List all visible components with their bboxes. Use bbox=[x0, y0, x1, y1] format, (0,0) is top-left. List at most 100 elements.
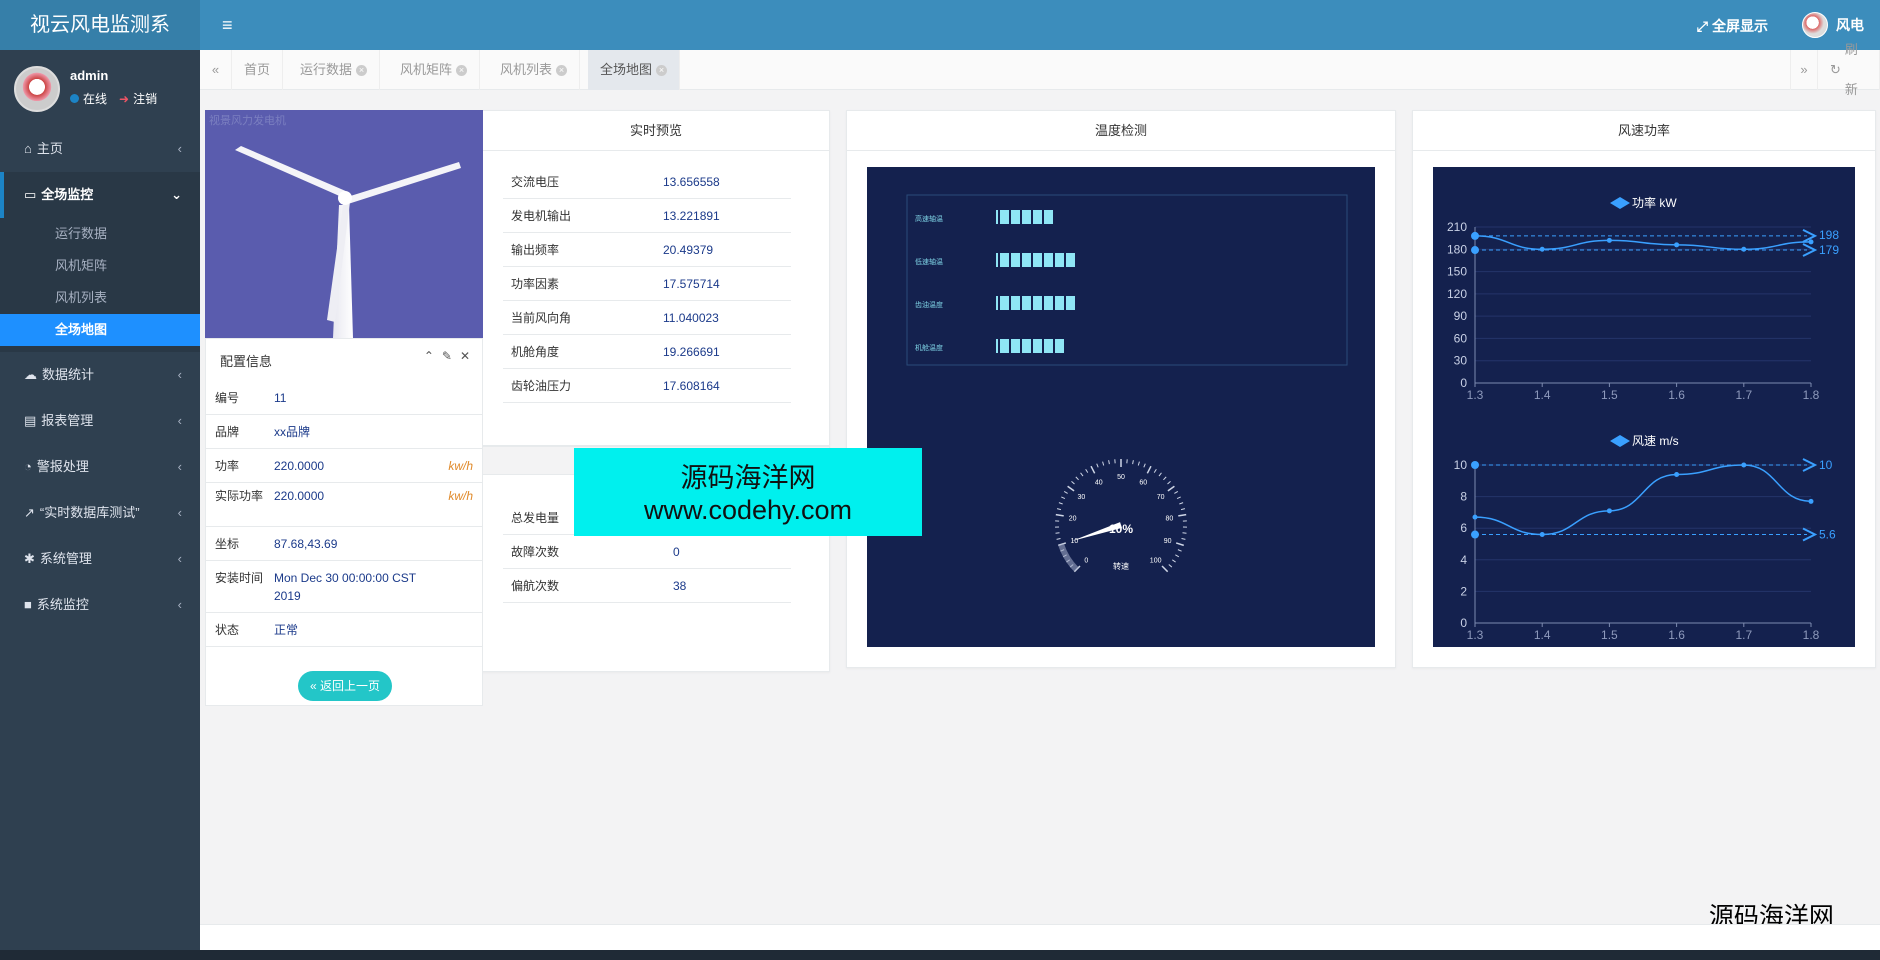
kv-value: 11.040023 bbox=[663, 311, 719, 325]
y-tick-label: 2 bbox=[1460, 584, 1467, 598]
series-line bbox=[1474, 464, 1812, 536]
tab-list[interactable]: 风机列表 × bbox=[488, 50, 581, 90]
sidebar-item-reports[interactable]: ▤ 报表管理 ‹ bbox=[0, 398, 200, 444]
x-tick-label: 1.4 bbox=[1534, 388, 1551, 402]
chart-legend: 风速 m/s bbox=[1632, 434, 1679, 448]
close-icon[interactable]: × bbox=[656, 64, 668, 76]
mark-line-start bbox=[1471, 246, 1479, 255]
sidebar-subitem-list[interactable]: 风机列表 bbox=[0, 282, 200, 314]
sidebar-item-monitor[interactable]: ▭ 全场监控 ⌄ bbox=[0, 172, 200, 218]
sidebar-item-label: 全场监控 bbox=[41, 187, 94, 202]
kv-value: 13.656558 bbox=[663, 175, 720, 189]
tabs-next-icon[interactable]: » bbox=[1790, 50, 1818, 90]
chevron-left-icon: ‹ bbox=[177, 459, 182, 474]
gauge-tick bbox=[1171, 559, 1176, 563]
temp-bar-cap bbox=[996, 253, 998, 267]
tabs-prev-icon[interactable]: « bbox=[200, 50, 232, 90]
back-button[interactable]: « 返回上一页 bbox=[298, 671, 392, 701]
config-unit: kw/h bbox=[448, 489, 473, 503]
wind-power-card: 风速功率 功率 kW 0 30 60 90 120 150 180 210 1.3 1.4 1.5 1.… bbox=[1412, 110, 1876, 668]
fullscreen-button[interactable]: ⤢ 全屏显示 bbox=[1697, 16, 1768, 36]
sidebar-subitem-map[interactable]: 全场地图 bbox=[0, 314, 200, 346]
tab-bar: « 首页 运行数据 × 风机矩阵 × 风机列表 × 全场地图 × » ↻ 刷新 bbox=[200, 42, 1880, 97]
config-row: 功率 220.0000 kw/h bbox=[206, 449, 482, 483]
chevron-left-icon: ‹ bbox=[177, 413, 182, 428]
config-unit: kw/h bbox=[448, 459, 473, 473]
kv-value: 19.266691 bbox=[663, 345, 720, 359]
gauge-tick bbox=[1080, 472, 1084, 477]
tab-run-data[interactable]: 运行数据 × bbox=[288, 50, 381, 90]
y-tick-label: 8 bbox=[1460, 490, 1467, 504]
refresh-button[interactable]: ↻ 刷新 bbox=[1818, 42, 1880, 97]
desktop-icon: ▭ bbox=[24, 187, 37, 202]
close-icon[interactable]: × bbox=[556, 64, 568, 76]
temperature-card: 温度检测 高速轴温 低速轴温 齿油温度 机舱温度 0 10 20 30 40 50 60 70 80 90… bbox=[846, 110, 1396, 668]
sidebar-item-db-test[interactable]: ↗ “实时数据库测试” ‹ bbox=[0, 490, 200, 536]
chevron-left-icon: ‹ bbox=[177, 505, 182, 520]
watermark-line2: www.codehy.com bbox=[643, 495, 853, 525]
sidebar-item-alarms[interactable]: ◔ 警报处理 ‹ bbox=[0, 444, 200, 490]
kv-value: 20.49379 bbox=[663, 243, 714, 257]
wind-power-title: 风速功率 bbox=[1413, 111, 1875, 151]
chevron-up-icon[interactable]: ⌃ bbox=[424, 349, 434, 363]
gauge-tick bbox=[1174, 490, 1179, 494]
temp-bar-segment bbox=[1011, 296, 1020, 310]
sidebar-subitem-run-data[interactable]: 运行数据 bbox=[0, 218, 200, 250]
sidebar-item-sys-monitor[interactable]: ■ 系统监控 ‹ bbox=[0, 582, 200, 628]
gauge-tick bbox=[1061, 496, 1066, 500]
wrench-icon[interactable]: ✎ bbox=[442, 349, 452, 363]
sidebar-item-system[interactable]: ✱ 系统管理 ‹ bbox=[0, 536, 200, 582]
sidebar-item-stats[interactable]: ☁ 数据统计 ‹ bbox=[0, 352, 200, 398]
temp-bar-label: 高速轴温 bbox=[915, 214, 943, 223]
sidebar-item-label: 报表管理 bbox=[41, 413, 94, 428]
config-value: Mon Dec 30 00:00:00 CST 2019 bbox=[274, 571, 416, 603]
kv-row: 机舱角度 19.266691 bbox=[503, 335, 791, 369]
sidebar: admin 在线 ➜ 注销 ⌂ 主页 ‹ ▭ 全场监控 ⌄ 运行数据 风机矩阵 风机列表… bbox=[0, 50, 200, 960]
gauge-tick bbox=[1102, 461, 1105, 466]
kv-key: 偏航次数 bbox=[511, 579, 560, 593]
temp-bar-segment bbox=[1044, 210, 1053, 224]
mark-line-label: 5.6 bbox=[1819, 528, 1836, 542]
close-icon[interactable]: × bbox=[456, 64, 468, 76]
sidebar-subitem-matrix[interactable]: 风机矩阵 bbox=[0, 250, 200, 282]
temp-bar-segment bbox=[1033, 339, 1042, 353]
x-tick-label: 1.8 bbox=[1803, 388, 1820, 402]
gauge-tick-label: 40 bbox=[1095, 479, 1103, 486]
logout-link[interactable]: 注销 bbox=[133, 90, 157, 107]
gauge-name: 转速 bbox=[1113, 561, 1129, 571]
temp-frame bbox=[906, 194, 1348, 366]
y-tick-label: 6 bbox=[1460, 521, 1467, 535]
refresh-label: 刷新 bbox=[1844, 42, 1858, 97]
bars-icon[interactable]: ≡ bbox=[222, 14, 244, 36]
gauge-tick bbox=[1108, 460, 1110, 465]
sidebar-item-label: “实时数据库测试” bbox=[39, 505, 140, 520]
chevron-left-icon: ‹ bbox=[177, 551, 182, 566]
avatar[interactable] bbox=[14, 66, 60, 112]
gauge-tick bbox=[1143, 463, 1146, 468]
gauge-tick bbox=[1167, 485, 1175, 492]
top-bar: 视云风电监测系 ≡ ⤢ 全屏显示 风电 bbox=[0, 0, 1880, 50]
mark-line-label: 198 bbox=[1819, 228, 1839, 242]
close-icon[interactable]: × bbox=[356, 64, 368, 76]
temp-bar-segment bbox=[1022, 210, 1031, 224]
config-panel: 配置信息 ⌃ ✎ ✕ 编号 11 品牌 xx品牌 功率 220.0000 kw/h 实际功率 2… bbox=[205, 338, 483, 706]
gauge-tick-label: 70 bbox=[1157, 494, 1165, 501]
sidebar-item-label: 警报处理 bbox=[36, 459, 89, 474]
kv-row: 齿轮油压力 17.608164 bbox=[503, 369, 791, 403]
close-icon[interactable]: ✕ bbox=[460, 349, 470, 363]
gauge-tick bbox=[1058, 502, 1063, 505]
legend-diamond-icon bbox=[1610, 435, 1630, 447]
x-tick-label: 1.7 bbox=[1735, 388, 1752, 402]
tab-matrix[interactable]: 风机矩阵 × bbox=[388, 50, 481, 90]
tab-map[interactable]: 全场地图 × bbox=[588, 50, 681, 90]
watermark-line1: 源码海洋网 bbox=[680, 463, 816, 493]
kv-key: 机舱角度 bbox=[511, 345, 560, 359]
sidebar-item-home[interactable]: ⌂ 主页 ‹ bbox=[0, 126, 200, 172]
config-value: 正常 bbox=[274, 623, 299, 637]
tab-home[interactable]: 首页 bbox=[232, 50, 284, 90]
kv-key: 总发电量 bbox=[511, 511, 560, 525]
gauge-tick bbox=[1161, 565, 1169, 573]
kv-row: 发电机输出 13.221891 bbox=[503, 199, 791, 233]
gauge-tick bbox=[1055, 513, 1064, 517]
os-taskbar bbox=[0, 950, 1880, 960]
